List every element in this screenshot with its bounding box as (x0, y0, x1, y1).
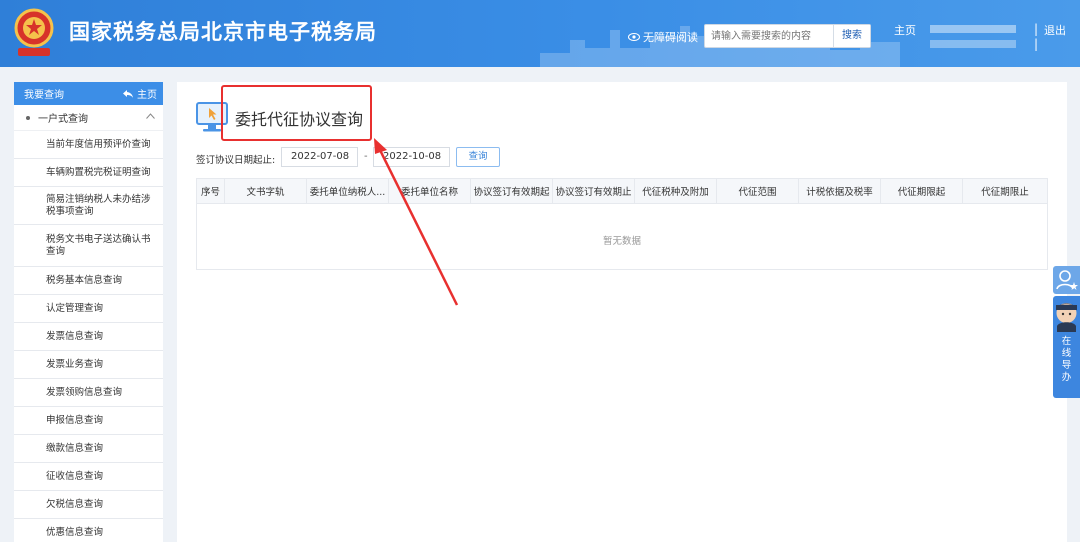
sidebar-home-link[interactable]: 主页 (123, 86, 157, 101)
online-guide-button[interactable]: 在线导办 (1053, 296, 1080, 398)
sidebar-title: 我要查询 (24, 90, 64, 101)
sidebar-item[interactable]: 欠税信息查询 (14, 491, 163, 519)
sidebar-group-household[interactable]: 一户式查询 (14, 105, 163, 131)
eye-icon (628, 33, 640, 41)
search-box: 搜索 (704, 24, 871, 48)
agreement-table: 序号 文书字轨 委托单位纳税人... 委托单位名称 协议签订有效期起 协议签订有… (196, 178, 1048, 270)
column-header[interactable]: 代征税种及附加 (635, 179, 717, 203)
column-header[interactable]: 协议签订有效期止 (553, 179, 635, 203)
sidebar-item[interactable]: 申报信息查询 (14, 407, 163, 435)
query-button[interactable]: 查询 (456, 147, 500, 167)
filter-label: 签订协议日期起止: (196, 155, 276, 166)
date-end-input[interactable]: 2022-10-08 (373, 147, 450, 167)
column-header[interactable]: 委托单位名称 (389, 179, 471, 203)
column-header[interactable]: 序号 (197, 179, 225, 203)
sidebar-item[interactable]: 发票领购信息查询 (14, 379, 163, 407)
header-home-link[interactable]: 主页 (894, 22, 916, 38)
sidebar-item[interactable]: 缴款信息查询 (14, 435, 163, 463)
sidebar-item[interactable]: 征收信息查询 (14, 463, 163, 491)
user-star-icon (1056, 270, 1078, 290)
sidebar-item[interactable]: 税务基本信息查询 (14, 267, 163, 295)
user-service-button[interactable] (1053, 266, 1080, 294)
tax-emblem-icon (14, 8, 54, 56)
header-bar: 国家税务总局北京市电子税务局 无障碍阅读 搜索 主页 | | 退出 (0, 0, 1080, 67)
sidebar-item[interactable]: 认定管理查询 (14, 295, 163, 323)
empty-state: 暂无数据 (602, 236, 641, 247)
sidebar-item[interactable]: 发票信息查询 (14, 323, 163, 351)
online-guide-label: 在线导办 (1061, 336, 1072, 383)
main-panel: 委托代征协议查询 签订协议日期起止: 2022-07-08 - 2022-10-… (177, 82, 1067, 542)
column-header[interactable]: 协议签订有效期起 (471, 179, 553, 203)
sidebar-header: 我要查询 主页 (14, 82, 163, 105)
accessibility-link[interactable]: 无障碍阅读 (628, 29, 698, 45)
assistant-avatar-icon (1056, 303, 1077, 332)
column-header[interactable]: 代征范围 (717, 179, 799, 203)
column-header[interactable]: 委托单位纳税人... (307, 179, 389, 203)
date-separator: - (364, 151, 368, 162)
bullet-icon (26, 115, 30, 120)
chevron-up-icon (146, 113, 155, 119)
highlight-annotation (221, 85, 372, 141)
sidebar-item[interactable]: 当前年度信用预评价查询 (14, 131, 163, 159)
search-button[interactable]: 搜索 (833, 25, 870, 47)
sidebar-item[interactable]: 简易注销纳税人未办结涉税事项查询 (14, 187, 163, 225)
back-arrow-icon (123, 89, 133, 98)
user-info-blurred (930, 25, 1016, 33)
date-start-input[interactable]: 2022-07-08 (281, 147, 358, 167)
sidebar-item[interactable]: 车辆购置税完税证明查询 (14, 159, 163, 187)
sidebar-group-label: 一户式查询 (38, 114, 88, 125)
column-header[interactable]: 文书字轨 (225, 179, 307, 203)
column-header[interactable]: 代征期限起 (881, 179, 963, 203)
search-input[interactable] (705, 25, 833, 47)
sidebar-item[interactable]: 优惠信息查询 (14, 519, 163, 542)
column-header[interactable]: 计税依据及税率 (799, 179, 881, 203)
sidebar: 我要查询 主页 一户式查询 当前年度信用预评价查询 车辆购置税完税证明查询 简易… (14, 82, 163, 542)
table-header-row: 序号 文书字轨 委托单位纳税人... 委托单位名称 协议签订有效期起 协议签订有… (197, 179, 1047, 204)
user-info-blurred-2 (930, 40, 1016, 48)
sidebar-item[interactable]: 税务文书电子送达确认书查询 (14, 225, 163, 267)
column-header[interactable]: 代征期限止 (963, 179, 1047, 203)
header-separator: | (1034, 22, 1039, 36)
site-title: 国家税务总局北京市电子税务局 (69, 20, 377, 44)
accessibility-label: 无障碍阅读 (643, 31, 698, 44)
sidebar-item[interactable]: 发票业务查询 (14, 351, 163, 379)
logout-link[interactable]: 退出 (1044, 22, 1066, 38)
sidebar-home-label: 主页 (137, 90, 157, 101)
header-separator-2: | (1034, 37, 1039, 51)
